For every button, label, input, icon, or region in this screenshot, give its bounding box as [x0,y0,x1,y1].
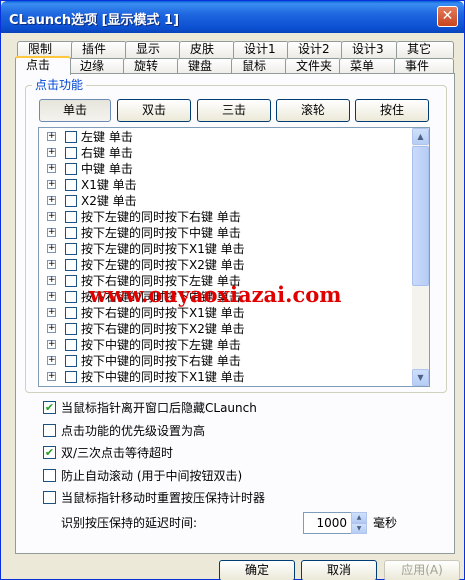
tab-display[interactable]: 显示 [125,41,181,58]
close-button[interactable]: ✕ [437,6,458,27]
check-icon[interactable]: ✔ [43,401,56,414]
click-action-tree[interactable]: + 左键 单击 + 右键 单击 + 中键 单击 + X1键 单击 + X2键 单击 + 按下… [38,127,430,387]
watermark-text: www.ouyaoxiazai.com [89,282,342,307]
spin-up-button[interactable]: ▲ [351,512,367,523]
expand-icon[interactable]: + [47,148,56,157]
tree-checkbox[interactable] [65,323,77,335]
tab-click[interactable]: 点击 [15,56,71,75]
tree-item[interactable]: + 按下左键的同时按下中键 单击 [47,225,407,241]
tree-item[interactable]: + 右键 单击 [47,145,407,161]
tree-checkbox[interactable] [65,227,77,239]
expand-icon[interactable]: + [47,212,56,221]
tab-design3[interactable]: 设计3 [341,41,398,58]
tree-checkbox[interactable] [65,243,77,255]
window-title: CLaunch选项 [显示模式 1] [9,13,180,28]
tree-item[interactable]: + 按下中键的同时按下右键 单击 [47,353,407,369]
spin-down-button[interactable]: ▼ [351,523,367,534]
tree-item[interactable]: + 按下右键的同时按下X1键 单击 [47,305,407,321]
tree-checkbox[interactable] [65,275,77,287]
tree-checkbox[interactable] [65,291,77,303]
tab-plugins[interactable]: 插件 [71,41,127,58]
expand-icon[interactable]: + [47,180,56,189]
tree-checkbox[interactable] [65,307,77,319]
tab-other[interactable]: 其它 [396,41,454,58]
tree-item[interactable]: + 按下左键的同时按下X2键 单击 [47,257,407,273]
expand-icon[interactable]: + [47,372,56,381]
tree-item[interactable]: + 按下中键的同时按下X1键 单击 [47,369,407,385]
check-icon[interactable]: ✔ [43,446,56,459]
ok-button[interactable]: 确定 [219,560,295,580]
tree-item[interactable]: + 按下左键的同时按下X1键 单击 [47,241,407,257]
expand-icon[interactable]: + [47,260,56,269]
tree-item[interactable]: + 左键 单击 [47,129,407,145]
expand-icon[interactable]: + [47,228,56,237]
tree-checkbox[interactable] [65,147,77,159]
expand-icon[interactable]: + [47,292,56,301]
tree-item[interactable]: + 中键 单击 [47,161,407,177]
tab-design2[interactable]: 设计2 [287,41,343,58]
expand-icon[interactable]: + [47,276,56,285]
hold-button[interactable]: 按住 [355,99,429,122]
tab-design1[interactable]: 设计1 [233,41,289,58]
tree-checkbox[interactable] [65,163,77,175]
tree-checkbox[interactable] [65,195,77,207]
double-click-button[interactable]: 双击 [117,99,191,122]
tree-checkbox[interactable] [65,211,77,223]
expand-icon[interactable]: + [47,132,56,141]
expand-icon[interactable]: + [47,340,56,349]
expand-icon[interactable]: + [47,244,56,253]
chevron-down-icon: ▼ [356,525,362,532]
chevron-up-icon: ▲ [356,514,362,521]
tree-checkbox[interactable] [65,339,77,351]
title-bar[interactable]: CLaunch选项 [显示模式 1] ✕ [1,1,464,33]
scroll-thumb[interactable] [412,146,429,286]
triple-click-button[interactable]: 三击 [197,99,271,122]
chevron-down-icon: ▼ [417,373,424,382]
tree-item[interactable]: + 按下右键的同时按下X2键 单击 [47,321,407,337]
scroll-down-button[interactable]: ▼ [412,369,429,386]
delay-unit: 毫秒 [373,516,398,530]
tree-checkbox[interactable] [65,131,77,143]
chevron-up-icon: ▲ [417,132,424,141]
tree-item[interactable]: + X2键 单击 [47,193,407,209]
single-click-button[interactable]: 单击 [39,99,111,122]
expand-icon[interactable]: + [47,164,56,173]
expand-icon[interactable]: + [47,196,56,205]
tree-item[interactable]: + X1键 单击 [47,177,407,193]
delay-input[interactable]: 1000 [303,512,353,534]
cancel-button[interactable]: 取消 [301,560,377,580]
wheel-button[interactable]: 滚轮 [276,99,350,122]
expand-icon[interactable]: + [47,308,56,317]
tree-item[interactable]: + 按下左键的同时按下右键 单击 [47,209,407,225]
expand-icon[interactable]: + [47,324,56,333]
delay-spinner[interactable]: ▲ ▼ [351,512,367,534]
tree-checkbox[interactable] [65,259,77,271]
click-function-group-title: 点击功能 [32,78,87,92]
expand-icon[interactable]: + [47,356,56,365]
apply-button[interactable]: 应用(A) [384,560,460,580]
scroll-up-button[interactable]: ▲ [412,128,429,145]
tree-checkbox[interactable] [65,371,77,383]
delay-label: 识别按压保持的延迟时间: [61,516,198,530]
tree-checkbox[interactable] [65,179,77,191]
tree-checkbox[interactable] [65,355,77,367]
tab-skin[interactable]: 皮肤 [179,41,235,58]
tree-scrollbar[interactable]: ▲ ▼ [412,128,429,386]
close-icon: ✕ [441,8,454,24]
options-window: CLaunch选项 [显示模式 1] ✕ 限制 插件 显示 皮肤 设计1 设计2… [0,0,465,580]
tree-item[interactable]: + 按下中键的同时按下左键 单击 [47,337,407,353]
